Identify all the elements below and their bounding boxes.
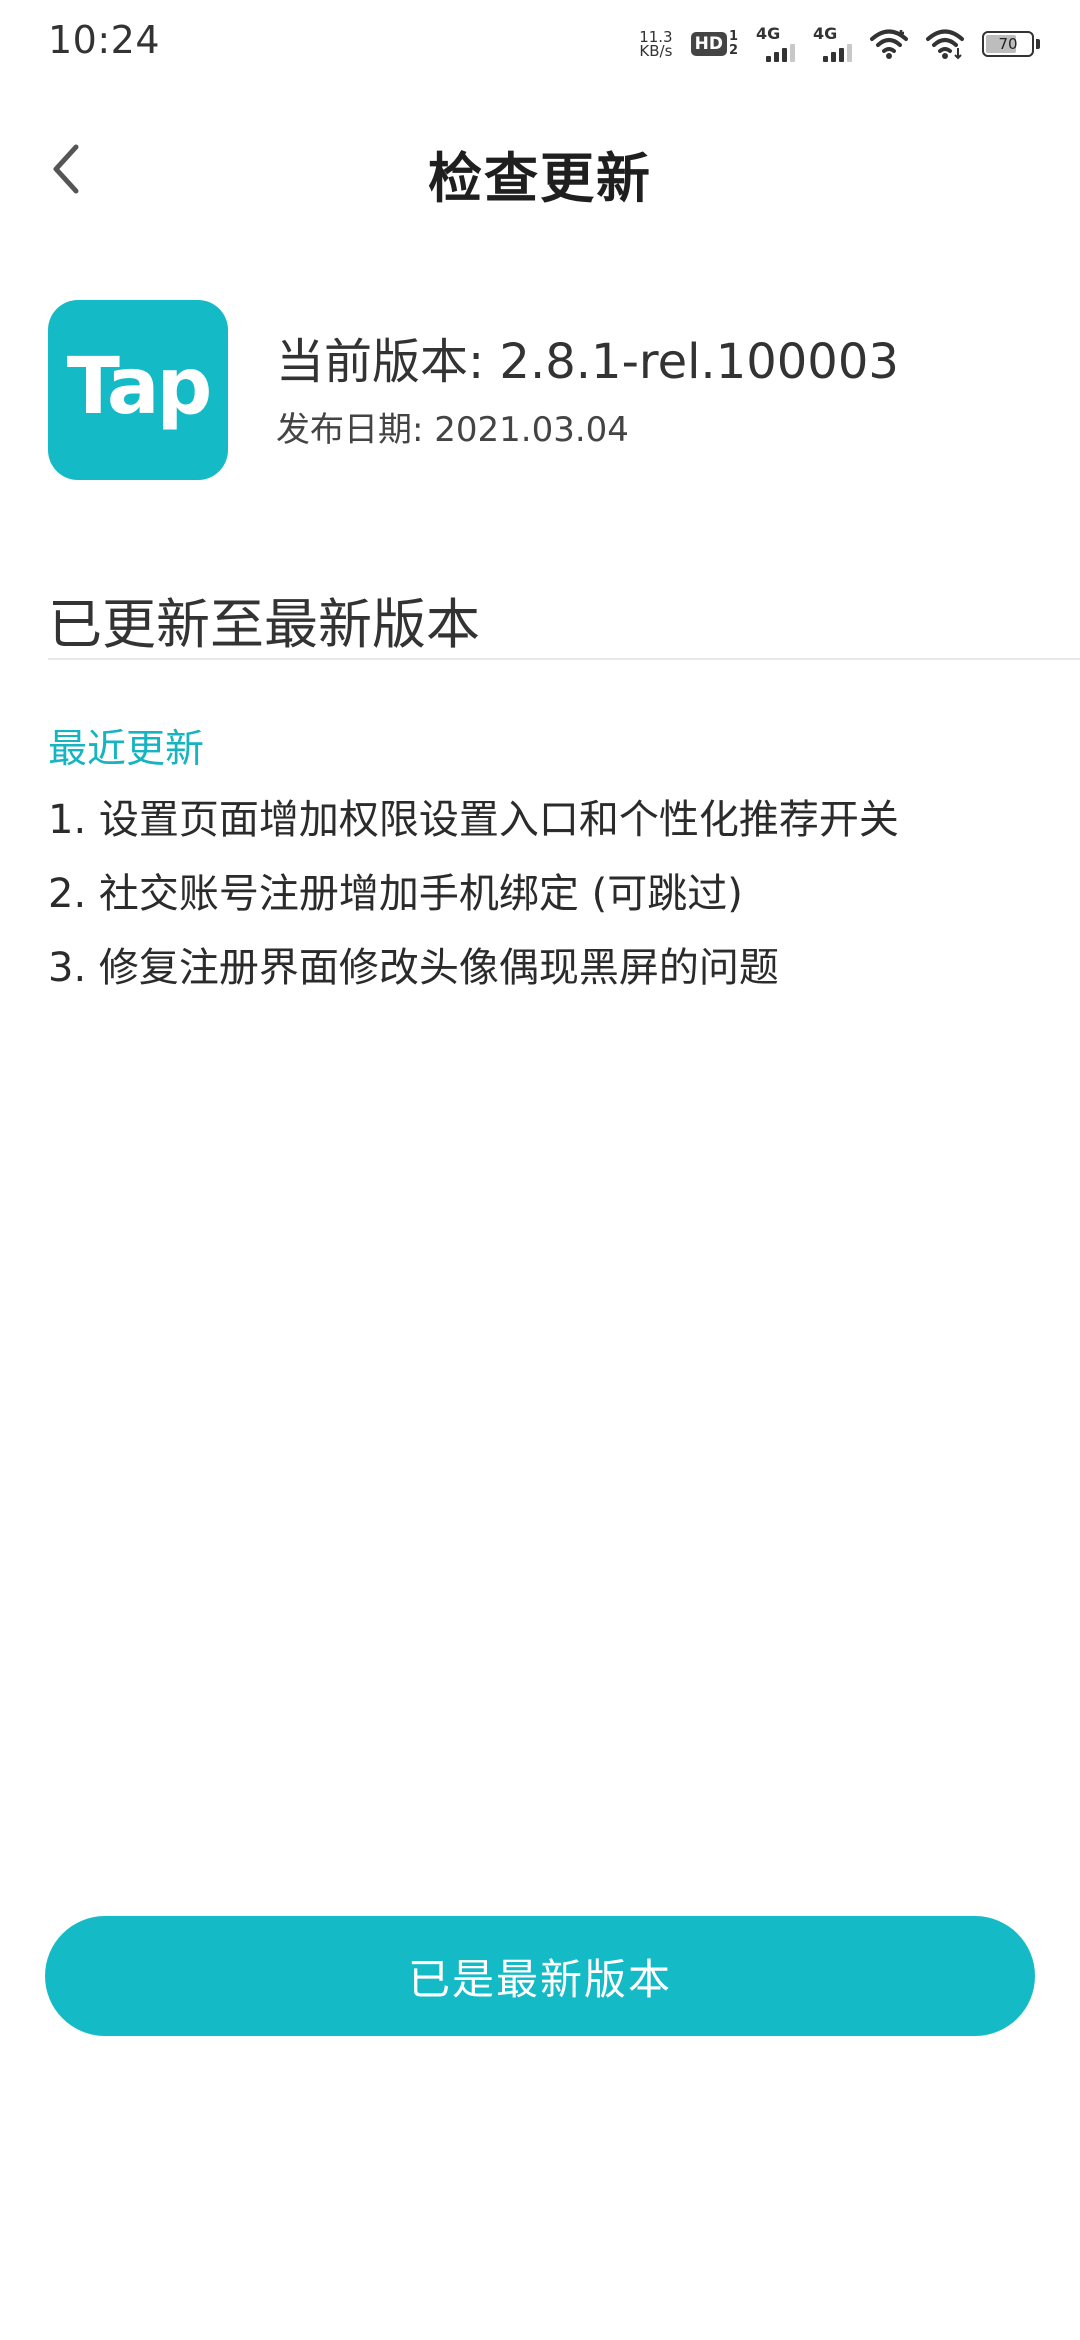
status-bar: 10:24 11.3 KB/s HD 1 2 4G 4G 70 [0,0,1080,84]
changelog-item: 2. 社交账号注册增加手机绑定 (可跳过) [48,871,743,917]
battery-icon: 70 [982,31,1040,57]
hd-label: HD [690,32,727,56]
hd-sim-top: 1 [728,29,738,44]
divider [48,658,1080,660]
battery-tip [1036,39,1040,49]
sim2-signal-bars [823,42,852,62]
network-speed-unit: KB/s [639,42,673,60]
sim1-signal-bars [766,42,795,62]
latest-version-button[interactable]: 已是最新版本 [45,1916,1035,2036]
sim1-network-type: 4G [756,24,781,43]
release-date: 发布日期: 2021.03.04 [276,410,629,450]
app-logo: Tap [48,300,228,480]
hd-sim-bottom: 2 [728,43,738,58]
status-time: 10:24 [48,18,161,62]
hd-icon: HD 1 2 [690,30,738,58]
battery-level: 70 [998,35,1018,53]
signal-icon: 4G [756,26,795,62]
wifi-icon [870,29,908,59]
sim2-network-type: 4G [813,24,838,43]
network-speed: 11.3 KB/s [639,30,673,60]
header: 检查更新 [0,110,1080,226]
page-title: 检查更新 [428,147,652,210]
wifi-icon [926,29,964,60]
battery-body: 70 [982,31,1034,57]
update-status-text: 已更新至最新版本 [48,593,480,656]
status-icons: 11.3 KB/s HD 1 2 4G 4G 70 [639,22,1040,66]
current-version: 当前版本: 2.8.1-rel.100003 [276,334,899,390]
signal-icon: 4G [813,26,852,62]
app-logo-text: Tap [66,342,213,432]
changelog-item: 1. 设置页面增加权限设置入口和个性化推荐开关 [48,797,899,843]
changelog-item: 3. 修复注册界面修改头像偶现黑屏的问题 [48,945,779,991]
changelog-list: 1. 设置页面增加权限设置入口和个性化推荐开关 2. 社交账号注册增加手机绑定 … [48,790,899,1012]
hd-sim-indicator: 1 2 [729,30,738,58]
changelog-title: 最近更新 [48,727,205,772]
